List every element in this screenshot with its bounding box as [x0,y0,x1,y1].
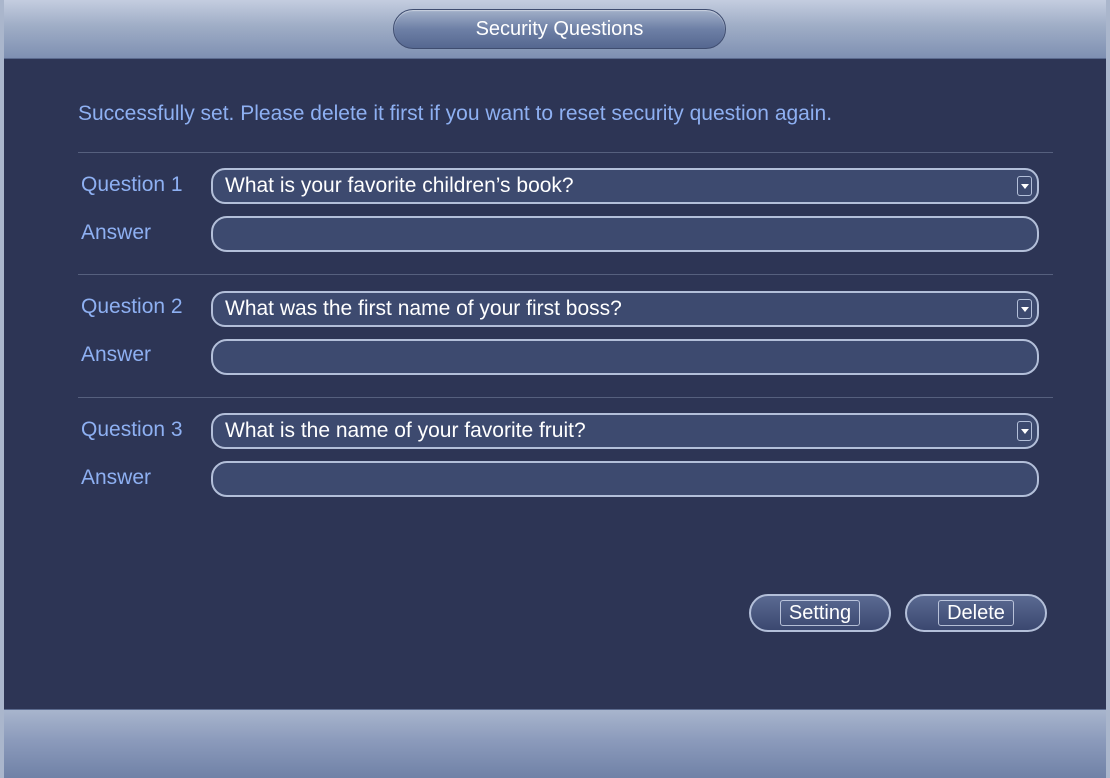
question-3-label: Question 3 [81,418,183,441]
question-3-value: What is the name of your favorite fruit? [225,419,586,442]
divider [78,274,1053,275]
setting-button-label: Setting [779,600,861,626]
security-questions-dialog: Security Questions Successfully set. Ple… [0,0,1110,778]
chevron-down-icon[interactable] [1017,421,1032,441]
answer-3-label: Answer [81,466,152,489]
answer-2-input[interactable] [211,339,1039,375]
question-2-value: What was the first name of your first bo… [225,297,622,320]
chevron-down-icon[interactable] [1017,176,1032,196]
question-1-label: Question 1 [81,173,183,196]
delete-button[interactable]: Delete [905,594,1047,632]
question-3-select[interactable]: What is the name of your favorite fruit? [211,413,1039,449]
chevron-down-icon[interactable] [1017,299,1032,319]
setting-button[interactable]: Setting [749,594,891,632]
question-1-value: What is your favorite children’s book? [225,174,574,197]
answer-3-input[interactable] [211,461,1039,497]
question-2-select[interactable]: What was the first name of your first bo… [211,291,1039,327]
answer-1-input[interactable] [211,216,1039,252]
question-2-label: Question 2 [81,295,183,318]
delete-button-label: Delete [938,600,1014,626]
divider [78,152,1053,153]
question-1-select[interactable]: What is your favorite children’s book? [211,168,1039,204]
status-message: Successfully set. Please delete it first… [78,102,833,125]
footer-bar [4,709,1106,778]
answer-1-label: Answer [81,221,152,244]
title-pill: Security Questions [393,9,726,49]
answer-2-label: Answer [81,343,152,366]
divider [78,397,1053,398]
dialog-title: Security Questions [475,17,644,40]
title-bar: Security Questions [4,0,1106,59]
